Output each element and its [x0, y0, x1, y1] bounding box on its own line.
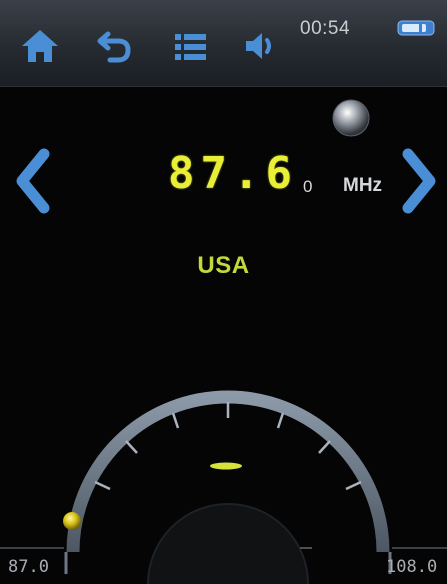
- tuning-dial[interactable]: [0, 360, 447, 584]
- list-icon[interactable]: [169, 24, 213, 68]
- dial-inner-dome: [147, 503, 309, 584]
- chevron-right-icon[interactable]: [396, 148, 440, 214]
- fm-radio-screen: 00:54 87.6 0 MHz USA 87.0 108.0: [0, 0, 447, 584]
- range-min-label: 87.0: [8, 557, 49, 577]
- dial-position-marker: [63, 512, 81, 530]
- battery-icon: [397, 20, 435, 36]
- home-icon[interactable]: [18, 24, 62, 68]
- frequency-display: 87.6: [168, 150, 298, 198]
- frequency-unit: MHz: [343, 175, 383, 196]
- dial-center-indicator: [210, 462, 242, 470]
- dial-ticks: [94, 402, 362, 491]
- top-toolbar: 00:54: [0, 0, 447, 87]
- chevron-left-icon[interactable]: [12, 148, 56, 214]
- knob-icon[interactable]: [329, 96, 373, 140]
- speaker-icon[interactable]: [238, 24, 282, 68]
- frequency-suffix: 0: [303, 177, 313, 196]
- back-arrow-icon[interactable]: [94, 24, 138, 68]
- region-label: USA: [197, 252, 250, 279]
- range-max-label: 108.0: [386, 557, 438, 577]
- frequency-value: 87.6: [168, 148, 298, 199]
- clock-time: 00:54: [300, 18, 351, 39]
